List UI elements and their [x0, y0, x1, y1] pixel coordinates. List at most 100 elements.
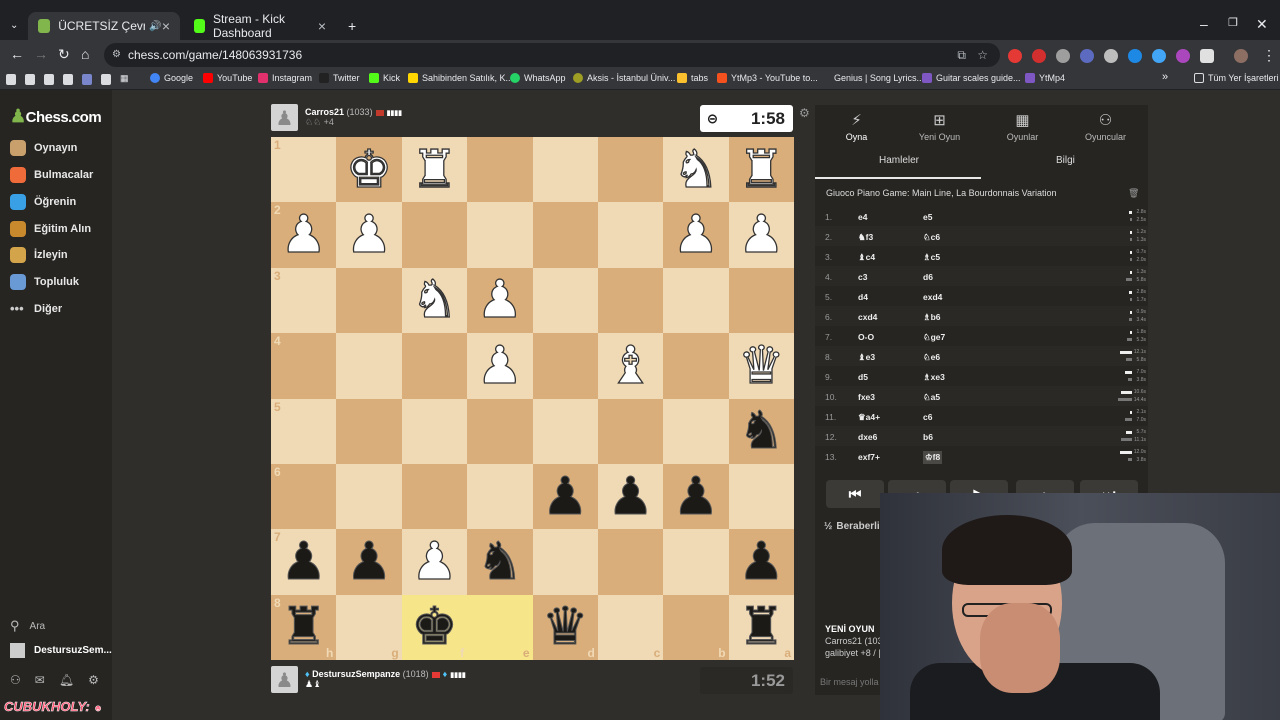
bookmark-icon[interactable] — [82, 74, 92, 85]
board-square[interactable]: d ♛ — [532, 594, 598, 660]
board-square[interactable] — [532, 267, 598, 334]
tab-moves[interactable]: Hamleler — [879, 155, 919, 166]
avatar[interactable]: ♟ — [271, 666, 298, 693]
board-square[interactable] — [728, 267, 794, 334]
bookmark-icon[interactable] — [63, 74, 73, 85]
white-move[interactable]: cxd4 — [858, 312, 877, 322]
bookmark-sahibinden[interactable]: Sahibinden Satılık, K... — [408, 73, 513, 83]
board-square[interactable] — [597, 137, 664, 203]
board-square[interactable]: 8 h ♜ — [271, 594, 337, 660]
board-square[interactable] — [401, 463, 468, 530]
board-square[interactable]: 4 — [271, 333, 337, 399]
board-square[interactable] — [532, 529, 598, 595]
white-pawn-icon[interactable]: ♟ — [410, 535, 458, 588]
bookmark-star-icon[interactable]: ☆ — [977, 43, 988, 67]
draw-offer-button[interactable]: ½ Beraberli — [824, 521, 880, 532]
extension-icon[interactable] — [1056, 49, 1070, 63]
board-square[interactable]: c — [597, 594, 664, 660]
minimize-icon[interactable]: – — [1200, 16, 1208, 32]
sidebar-item-watch[interactable]: İzleyin — [10, 247, 68, 263]
board-square[interactable] — [401, 333, 468, 399]
extension-icon[interactable] — [1152, 49, 1166, 63]
bookmark-aksis[interactable]: Aksis - İstanbul Üniv... — [573, 73, 675, 83]
tab-info[interactable]: Bilgi — [1056, 155, 1075, 166]
extension-icon[interactable] — [1080, 49, 1094, 63]
first-move-button[interactable]: ⏮ — [826, 480, 884, 508]
board-square[interactable] — [336, 267, 402, 334]
black-pawn-icon[interactable]: ♟ — [672, 470, 720, 523]
board-square[interactable]: ♛ — [728, 333, 794, 399]
board-square[interactable]: 2 ♟ — [271, 202, 337, 268]
browser-tab-chess[interactable]: ÜCRETSİZ Çevrimiçi Satranç 🔊 × — [28, 12, 180, 40]
board-square[interactable]: ♟ — [467, 333, 533, 399]
extension-icon[interactable] — [1128, 49, 1142, 63]
board-square[interactable]: ♟ — [728, 529, 794, 595]
black-move[interactable]: exd4 — [923, 292, 942, 302]
board-square[interactable] — [663, 398, 729, 464]
extension-icon[interactable] — [1008, 49, 1022, 63]
black-move[interactable]: ♗c5 — [923, 252, 940, 263]
black-knight-icon[interactable]: ♞ — [476, 535, 524, 588]
board-square[interactable] — [597, 202, 664, 268]
white-move[interactable]: ♝e3 — [858, 352, 875, 363]
board-square[interactable] — [467, 202, 533, 268]
mail-icon[interactable]: ✉ — [35, 673, 45, 687]
board-square[interactable] — [336, 333, 402, 399]
board-square[interactable]: ♟ — [663, 202, 729, 268]
white-move[interactable]: ♝c4 — [858, 252, 875, 263]
board-square[interactable] — [336, 398, 402, 464]
profile-avatar[interactable] — [1234, 49, 1248, 63]
close-tab-icon[interactable]: × — [318, 18, 326, 34]
board-square[interactable]: 1 — [271, 137, 337, 203]
board-square[interactable]: 5 — [271, 398, 337, 464]
white-move[interactable]: dxe6 — [858, 432, 877, 442]
board-square[interactable]: g — [336, 594, 402, 660]
white-rook-icon[interactable]: ♜ — [737, 143, 785, 196]
avatar[interactable]: ♟ — [271, 104, 298, 131]
white-move[interactable]: c3 — [858, 272, 867, 282]
board-square[interactable] — [597, 398, 664, 464]
sidebar-search[interactable]: ⚲ Ara — [10, 618, 45, 634]
bookmark-icon[interactable] — [6, 74, 16, 85]
black-rook-icon[interactable]: ♜ — [280, 601, 328, 654]
black-pawn-icon[interactable]: ♟ — [280, 535, 328, 588]
white-bishop-icon[interactable]: ♝ — [607, 339, 655, 392]
board-square[interactable] — [728, 463, 794, 530]
white-knight-icon[interactable]: ♞ — [672, 143, 720, 196]
board-square[interactable] — [532, 137, 598, 203]
white-move[interactable]: O-O — [858, 332, 874, 342]
bookmark-ytmp3[interactable]: YtMp3 - YouTube to... — [717, 73, 818, 83]
black-move[interactable]: ♘ge7 — [923, 332, 945, 343]
board-square[interactable]: ♟ — [467, 267, 533, 334]
gear-icon[interactable]: ⚙ — [88, 673, 99, 687]
home-icon[interactable]: ⌂ — [81, 46, 89, 62]
chess-logo[interactable]: ♟Chess.com — [10, 106, 102, 127]
board-square[interactable] — [401, 398, 468, 464]
board-square[interactable]: ♟ — [663, 463, 729, 530]
board-settings-icon[interactable]: ⚙ — [799, 106, 810, 120]
board-square[interactable] — [401, 202, 468, 268]
black-move[interactable]: ♘a5 — [923, 392, 940, 403]
close-tab-icon[interactable]: × — [162, 18, 170, 34]
black-move[interactable]: b6 — [923, 432, 933, 442]
address-bar[interactable]: ⚙ chess.com/game/148063931736 ⧉ ☆ — [104, 43, 1000, 67]
white-move[interactable]: d5 — [858, 372, 868, 382]
audio-icon[interactable]: 🔊 — [149, 21, 161, 32]
tab-new-game[interactable]: ⊞ Yeni Oyun — [898, 111, 981, 142]
bookmark-icon[interactable] — [44, 74, 54, 85]
bookmark-youtube[interactable]: YouTube — [203, 73, 252, 83]
black-knight-icon[interactable]: ♞ — [738, 405, 786, 458]
sidebar-user[interactable]: DestursuzSem... — [10, 643, 112, 658]
extensions-puzzle-icon[interactable] — [1200, 49, 1214, 63]
bookmark-ytmp4[interactable]: YtMp4 — [1025, 73, 1065, 83]
board-square[interactable]: ♞ — [728, 398, 794, 464]
board-square[interactable] — [532, 202, 598, 268]
sidebar-item-community[interactable]: Topluluk — [10, 274, 79, 290]
board-square[interactable]: ♜ — [401, 137, 468, 203]
board-square[interactable]: ♟ — [401, 529, 468, 595]
board-square[interactable] — [663, 267, 729, 334]
black-move[interactable]: c6 — [923, 412, 932, 422]
sidebar-item-train[interactable]: Eğitim Alın — [10, 221, 91, 237]
white-knight-icon[interactable]: ♞ — [410, 274, 458, 327]
board-square[interactable]: ♝ — [597, 333, 664, 399]
